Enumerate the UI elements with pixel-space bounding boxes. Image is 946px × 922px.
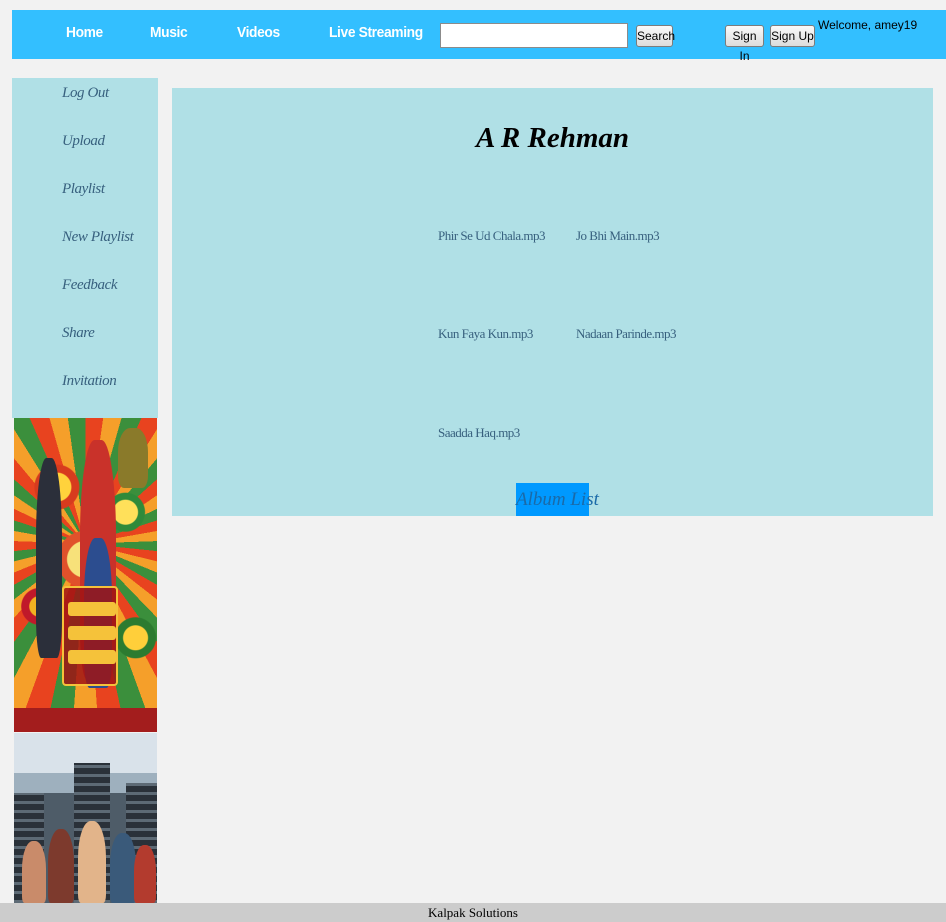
sidebar-item-invitation[interactable]: Invitation xyxy=(62,373,117,390)
song-link[interactable]: Phir Se Ud Chala.mp3 xyxy=(438,228,546,244)
search-input[interactable] xyxy=(440,23,628,48)
footer: Kalpak Solutions xyxy=(0,903,946,922)
nav-home-link[interactable]: Home xyxy=(66,24,103,41)
sidebar-menu: Log Out Upload Playlist New Playlist Fee… xyxy=(12,78,158,418)
artist-title: A R Rehman xyxy=(475,122,630,154)
movie-poster-image[interactable] xyxy=(14,418,157,732)
song-link[interactable]: Nadaan Parinde.mp3 xyxy=(576,326,677,342)
welcome-message: Welcome, amey19 xyxy=(818,18,918,32)
top-nav-bar: Home Music Videos Live Streaming Search … xyxy=(12,10,946,63)
album-content-panel: A R Rehman Phir Se Ud Chala.mp3 Jo Bhi M… xyxy=(172,88,933,516)
song-link[interactable]: Jo Bhi Main.mp3 xyxy=(576,228,660,244)
poster-credits-strip xyxy=(14,708,157,732)
search-button[interactable]: Search xyxy=(636,25,675,47)
poster-title-block xyxy=(62,586,118,686)
sidebar-item-new-playlist[interactable]: New Playlist xyxy=(62,229,134,246)
song-link[interactable]: Kun Faya Kun.mp3 xyxy=(438,326,533,342)
poster-figure-left xyxy=(36,458,62,658)
sidebar-item-share[interactable]: Share xyxy=(62,325,95,342)
nav-music-link[interactable]: Music xyxy=(150,24,188,41)
nav-videos-link[interactable]: Videos xyxy=(237,24,280,41)
sidebar-item-feedback[interactable]: Feedback xyxy=(62,277,117,294)
movie-poster-image-2[interactable] xyxy=(14,733,157,903)
song-link[interactable]: Saadda Haq.mp3 xyxy=(438,425,520,441)
nav-live-streaming-link[interactable]: Live Streaming xyxy=(329,24,423,41)
sidebar-item-upload[interactable]: Upload xyxy=(62,133,105,150)
sign-up-button[interactable]: Sign Up xyxy=(770,25,815,47)
sidebar-item-playlist[interactable]: Playlist xyxy=(62,181,105,198)
album-list-button[interactable]: Album List xyxy=(516,483,599,516)
poster-instrument xyxy=(118,428,148,488)
sidebar-item-log-out[interactable]: Log Out xyxy=(62,85,109,102)
footer-text: Kalpak Solutions xyxy=(428,905,518,920)
sign-in-button[interactable]: Sign In xyxy=(725,25,764,63)
